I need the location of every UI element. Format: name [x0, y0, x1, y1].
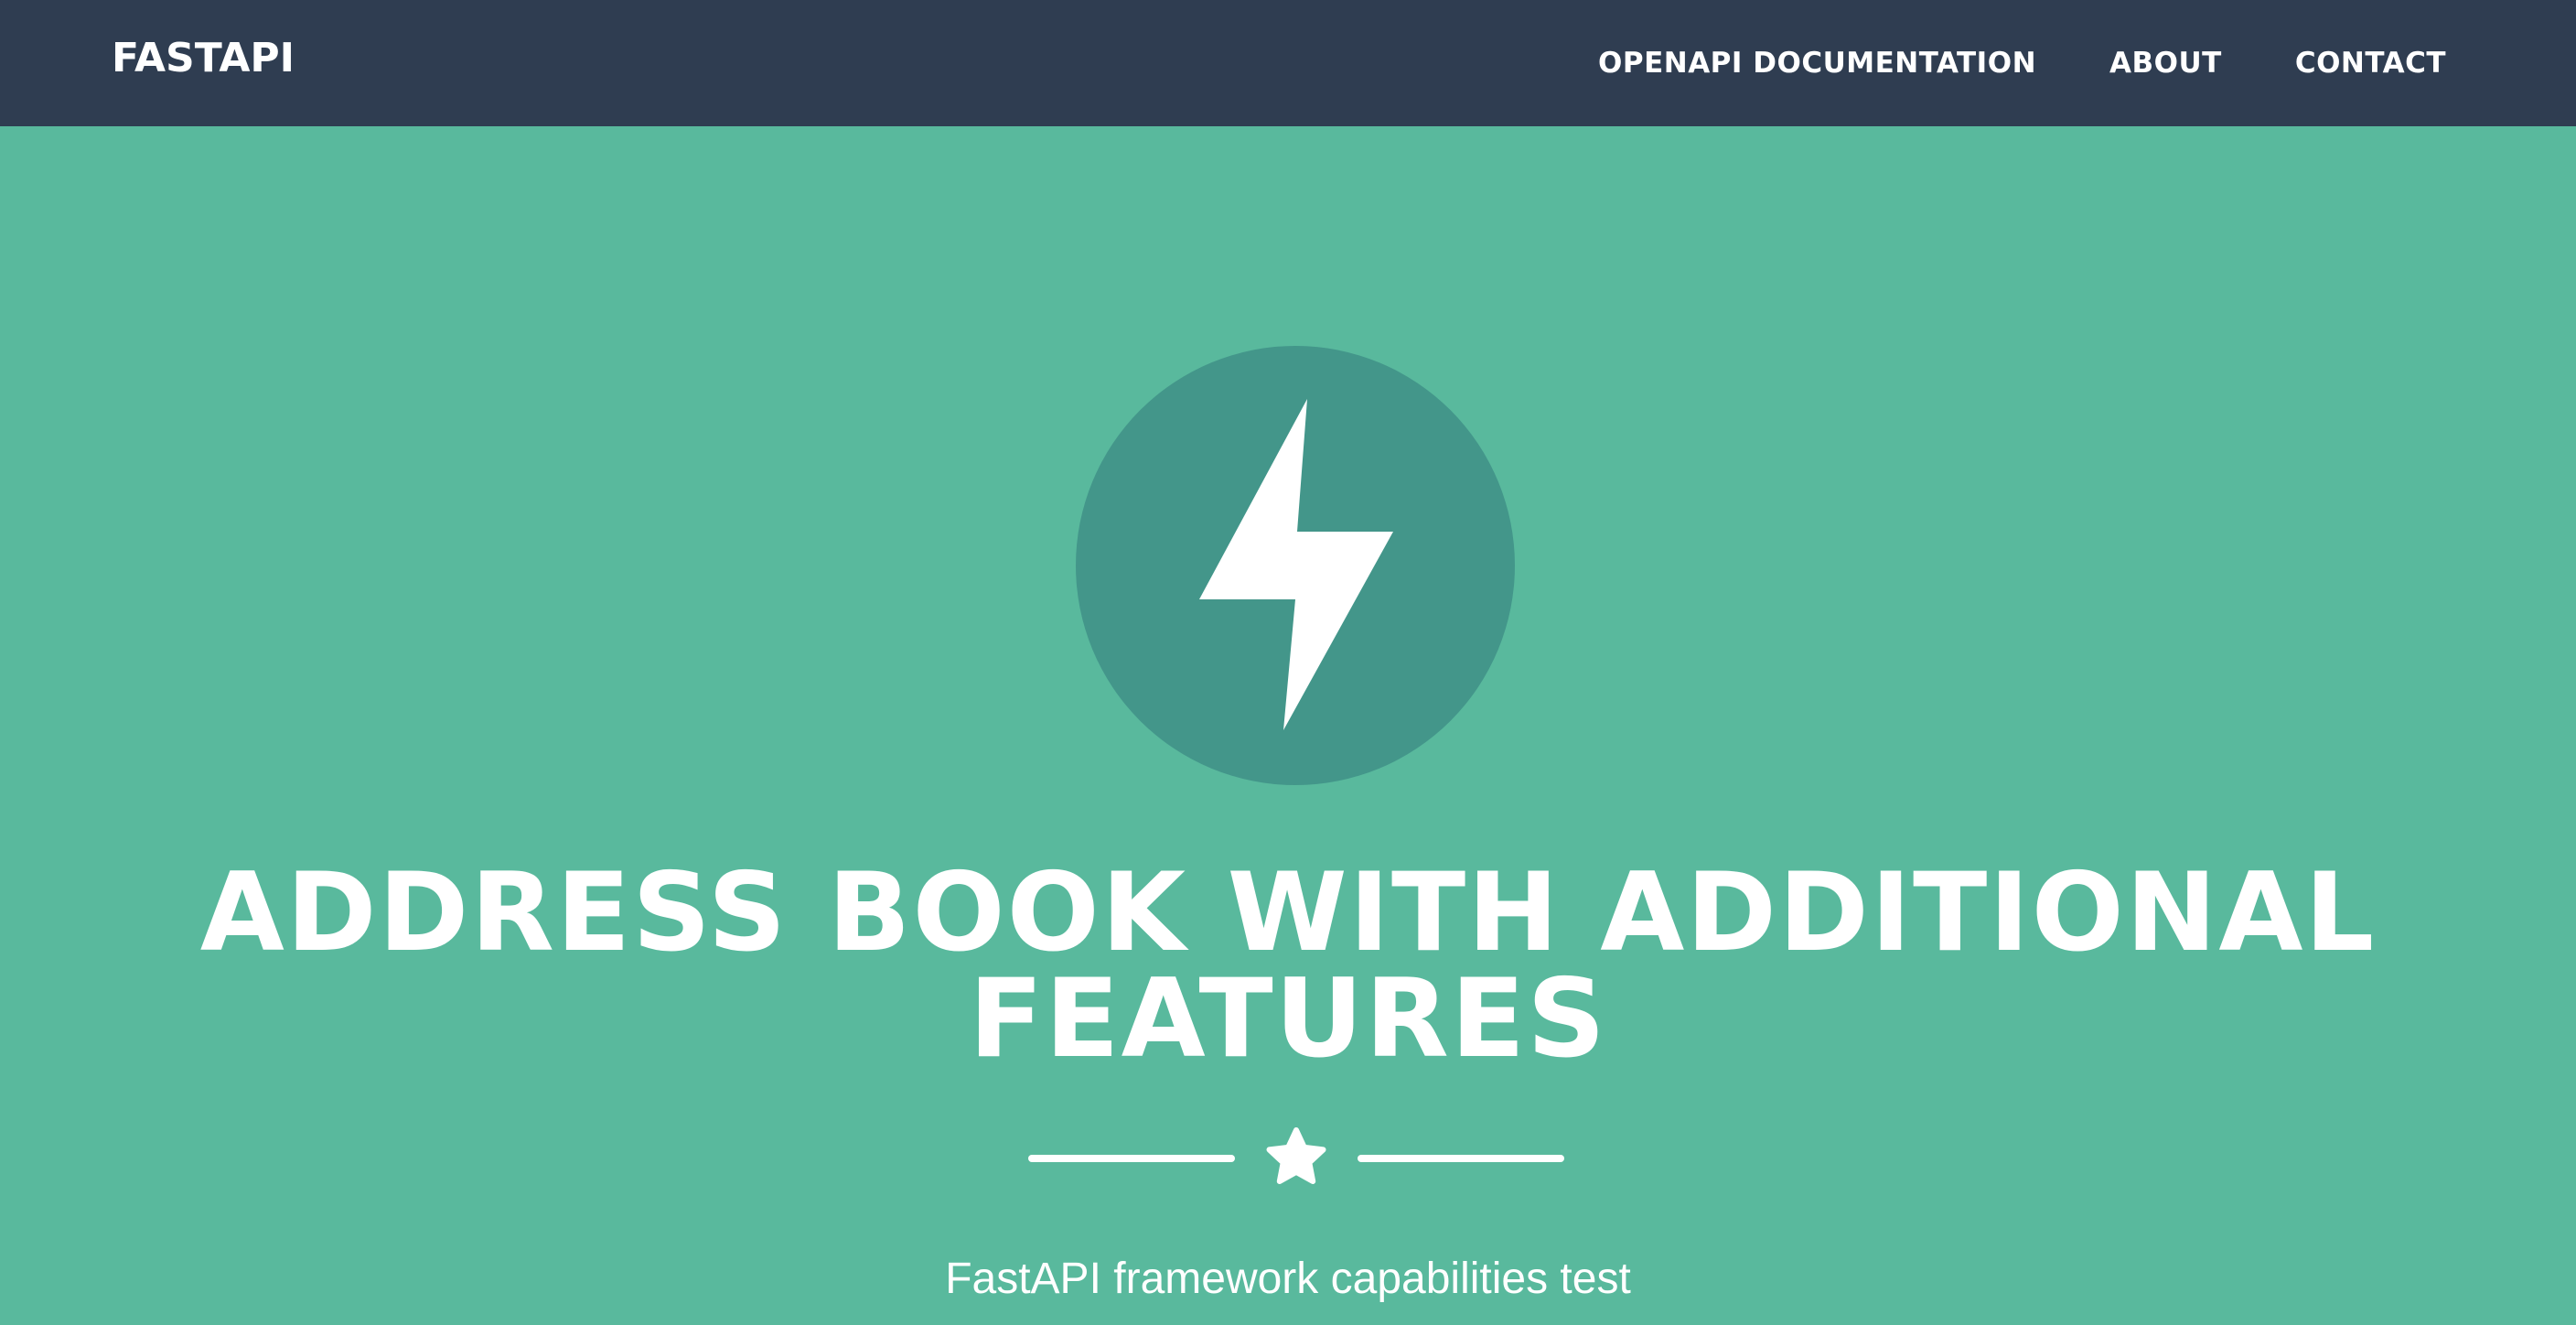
nav-link-contact[interactable]: CONTACT: [2295, 47, 2446, 80]
top-navbar: FASTAPI OPENAPI DOCUMENTATION ABOUT CONT…: [0, 0, 2576, 126]
page-title: ADDRESS BOOK WITH ADDITIONAL FEATURES: [199, 850, 2377, 1083]
nav-links: OPENAPI DOCUMENTATION ABOUT CONTACT: [1598, 0, 2446, 126]
page-subtitle: FastAPI framework capabilities test: [945, 1255, 1631, 1303]
star-icon: [1266, 1127, 1326, 1184]
nav-link-openapi-documentation[interactable]: OPENAPI DOCUMENTATION: [1598, 47, 2036, 80]
lightning-bolt-icon: [1076, 346, 1515, 785]
star-divider: [1028, 1127, 1564, 1184]
nav-link-about[interactable]: ABOUT: [2109, 47, 2222, 80]
brand-logo-link[interactable]: FASTAPI: [112, 33, 295, 84]
